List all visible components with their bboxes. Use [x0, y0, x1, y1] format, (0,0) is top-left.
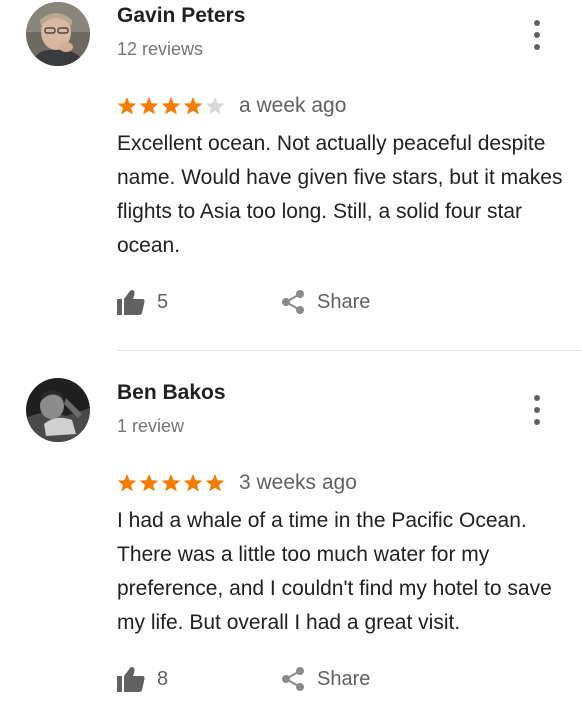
review-actions: 5 Share	[117, 287, 417, 317]
like-count: 5	[157, 290, 169, 313]
more-options-button[interactable]	[526, 20, 548, 50]
star-filled-icon	[117, 97, 137, 115]
review-actions: 8 Share	[117, 664, 417, 694]
like-count: 8	[157, 667, 169, 690]
avatar[interactable]	[26, 378, 90, 442]
share-label: Share	[317, 667, 371, 690]
star-filled-icon	[161, 474, 181, 492]
avatar[interactable]	[26, 2, 90, 66]
more-options-button[interactable]	[526, 395, 548, 425]
author-name[interactable]: Ben Bakos	[117, 381, 226, 405]
review-card: Ben Bakos 1 review 3 weeks ago I had a w…	[0, 352, 582, 703]
more-vert-icon-dot	[534, 419, 540, 425]
star-filled-icon	[139, 97, 159, 115]
divider	[117, 350, 582, 351]
author-review-count: 12 reviews	[117, 39, 204, 59]
thumb-up-icon	[117, 290, 145, 315]
review-date: 3 weeks ago	[239, 471, 357, 494]
like-button[interactable]: 8	[117, 664, 168, 694]
like-button[interactable]: 5	[117, 287, 168, 317]
star-empty-icon	[205, 97, 225, 115]
share-icon	[282, 290, 304, 314]
star-filled-icon	[161, 97, 181, 115]
review-date: a week ago	[239, 94, 347, 117]
star-rating	[117, 473, 227, 493]
star-rating	[117, 96, 227, 116]
review-text: I had a whale of a time in the Pacific O…	[117, 509, 552, 634]
thumb-up-icon	[117, 667, 145, 692]
star-filled-icon	[183, 474, 203, 492]
share-label: Share	[317, 290, 371, 313]
more-vert-icon-dot	[534, 44, 540, 50]
more-vert-icon-dot	[534, 407, 540, 413]
more-vert-icon-dot	[534, 32, 540, 38]
author-name[interactable]: Gavin Peters	[117, 4, 245, 28]
more-vert-icon	[534, 20, 540, 26]
review-card: Gavin Peters 12 reviews a week ago Excel…	[0, 0, 582, 352]
review-text: Excellent ocean. Not actually peaceful d…	[117, 132, 563, 257]
share-button[interactable]: Share	[280, 664, 370, 694]
share-button[interactable]: Share	[280, 287, 370, 317]
more-vert-icon	[534, 395, 540, 401]
rating-row: a week ago	[117, 93, 346, 119]
star-filled-icon	[205, 474, 225, 492]
star-filled-icon	[183, 97, 203, 115]
star-filled-icon	[139, 474, 159, 492]
author-review-count: 1 review	[117, 416, 185, 436]
share-icon	[282, 667, 304, 691]
rating-row: 3 weeks ago	[117, 470, 357, 496]
star-filled-icon	[117, 474, 137, 492]
